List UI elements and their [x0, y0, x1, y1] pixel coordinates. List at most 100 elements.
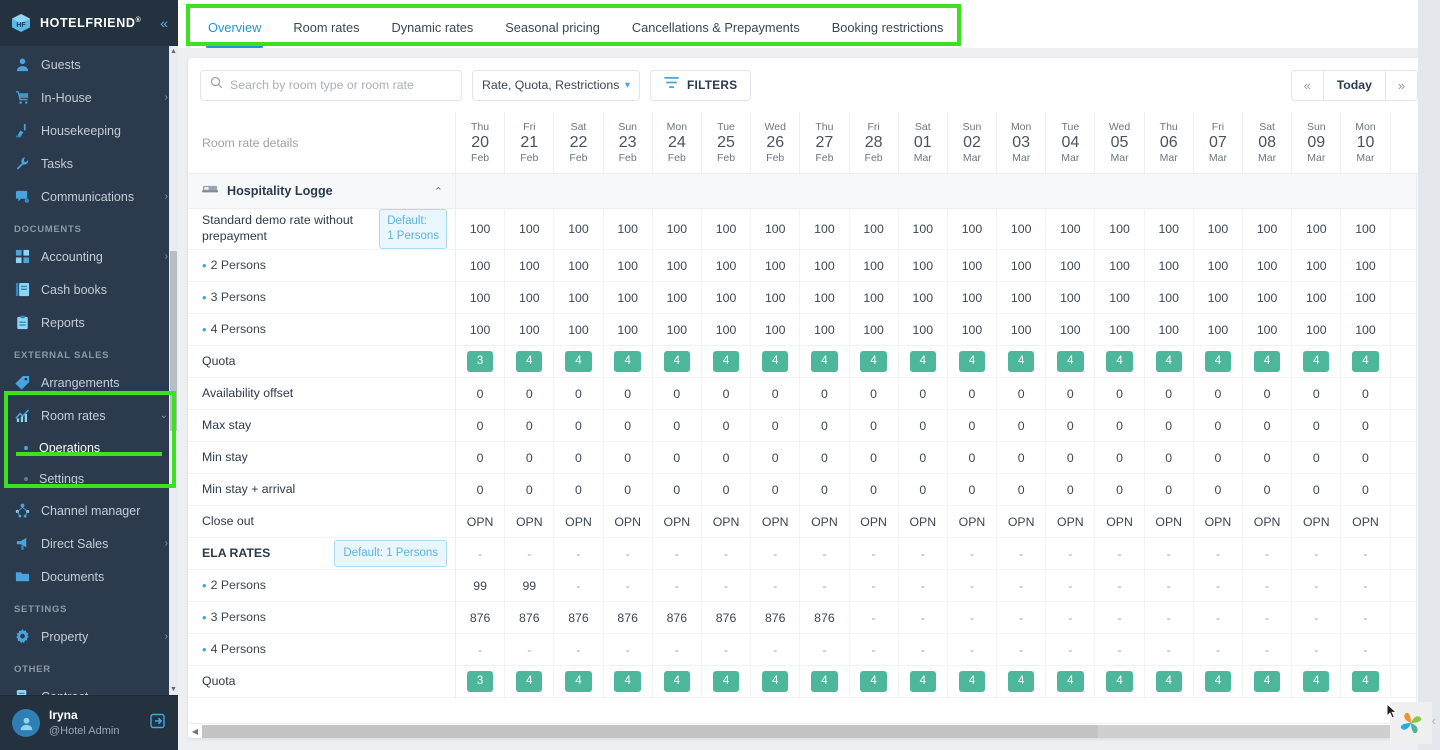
- quota-pill[interactable]: 4: [811, 351, 838, 372]
- grid-cell[interactable]: 4: [850, 666, 899, 697]
- grid-cell[interactable]: 100: [554, 209, 604, 249]
- grid-cell[interactable]: 4: [1243, 666, 1293, 697]
- grid-cell[interactable]: -: [1292, 570, 1342, 601]
- sidebar-item-arrangements[interactable]: Arrangements: [0, 366, 178, 399]
- grid-cell[interactable]: 100: [1095, 314, 1145, 345]
- grid-cell[interactable]: 100: [1145, 314, 1194, 345]
- horizontal-scroll-track[interactable]: [202, 724, 1430, 738]
- grid-cell[interactable]: 100: [1046, 250, 1096, 281]
- grid-cell[interactable]: 0: [456, 442, 506, 473]
- grid-cell[interactable]: OPN: [948, 506, 998, 537]
- grid-cell[interactable]: -: [1243, 602, 1293, 633]
- grid-cell[interactable]: 100: [554, 314, 604, 345]
- grid-cell[interactable]: OPN: [1292, 506, 1342, 537]
- grid-cell[interactable]: 0: [948, 378, 998, 409]
- today-button[interactable]: Today: [1322, 70, 1386, 100]
- grid-cell[interactable]: 100: [1292, 314, 1342, 345]
- grid-cell[interactable]: -: [653, 570, 702, 601]
- grid-cell[interactable]: -: [1292, 602, 1342, 633]
- grid-cell[interactable]: 4: [899, 666, 948, 697]
- quota-pill[interactable]: 3: [466, 671, 494, 692]
- grid-horizontal-scrollbar[interactable]: ◀: [188, 723, 1430, 738]
- grid-cell[interactable]: 4: [702, 346, 752, 377]
- quota-pill[interactable]: 4: [1057, 671, 1084, 692]
- grid-cell[interactable]: OPN: [751, 506, 801, 537]
- grid-cell[interactable]: 100: [702, 282, 752, 313]
- grid-cell[interactable]: 100: [702, 209, 752, 249]
- grid-cell[interactable]: 100: [1046, 282, 1096, 313]
- grid-cell[interactable]: 0: [899, 378, 948, 409]
- grid-cell[interactable]: 100: [997, 282, 1047, 313]
- grid-cell[interactable]: -: [1046, 634, 1096, 665]
- quota-pill[interactable]: 4: [712, 351, 740, 372]
- grid-cell[interactable]: -: [948, 634, 998, 665]
- grid-cell[interactable]: 100: [1046, 314, 1096, 345]
- grid-cell[interactable]: 100: [554, 250, 604, 281]
- sidebar-logo[interactable]: HF HOTELFRIEND® «: [0, 0, 178, 46]
- sidebar-subitem-operations[interactable]: Operations: [0, 432, 178, 463]
- grid-cell[interactable]: 0: [751, 410, 801, 441]
- grid-cell[interactable]: 4: [751, 666, 801, 697]
- grid-cell[interactable]: -: [751, 634, 801, 665]
- grid-cell[interactable]: -: [850, 538, 899, 569]
- search-box[interactable]: [200, 69, 462, 101]
- grid-cell[interactable]: -: [800, 570, 850, 601]
- grid-cell[interactable]: OPN: [800, 506, 850, 537]
- date-column-header[interactable]: Sat 22 Feb: [554, 112, 604, 173]
- grid-cell[interactable]: 0: [1046, 442, 1096, 473]
- grid-cell[interactable]: 100: [456, 314, 506, 345]
- grid-cell[interactable]: 0: [456, 378, 506, 409]
- grid-cell[interactable]: OPN: [1145, 506, 1194, 537]
- quota-pill[interactable]: 4: [1204, 671, 1232, 692]
- quota-pill[interactable]: 4: [712, 671, 740, 692]
- grid-cell[interactable]: 100: [751, 209, 801, 249]
- grid-cell[interactable]: -: [1243, 538, 1293, 569]
- grid-cell[interactable]: 100: [1292, 250, 1342, 281]
- quota-pill[interactable]: 4: [958, 671, 986, 692]
- grid-cell[interactable]: 4: [505, 666, 555, 697]
- sidebar-item-accounting[interactable]: Accounting ›: [0, 240, 178, 273]
- grid-cell[interactable]: 0: [1243, 410, 1293, 441]
- grid-cell[interactable]: 4: [1292, 346, 1342, 377]
- rate-type-select[interactable]: Rate, Quota, Restrictions ▾: [472, 69, 640, 101]
- grid-cell[interactable]: -: [948, 538, 998, 569]
- grid-cell[interactable]: 100: [653, 314, 702, 345]
- sidebar-user-profile[interactable]: Iryna @Hotel Admin: [0, 695, 178, 750]
- grid-cell[interactable]: 0: [1046, 474, 1096, 505]
- sidebar-scroll-down-icon[interactable]: ▼: [169, 684, 178, 695]
- grid-cell[interactable]: -: [1046, 538, 1096, 569]
- grid-cell[interactable]: 4: [1194, 666, 1243, 697]
- sidebar-item-property[interactable]: Property ›: [0, 620, 178, 653]
- grid-cell[interactable]: 0: [997, 410, 1047, 441]
- quota-pill[interactable]: 4: [1303, 671, 1330, 692]
- grid-cell[interactable]: 100: [1243, 250, 1293, 281]
- search-input[interactable]: [230, 78, 452, 92]
- grid-cell[interactable]: 0: [1046, 410, 1096, 441]
- grid-cell[interactable]: -: [1341, 602, 1391, 633]
- date-column-header[interactable]: Sun 02 Mar: [948, 112, 998, 173]
- date-column-header[interactable]: Sat 01 Mar: [899, 112, 948, 173]
- sidebar-item-communications[interactable]: Communications ›: [0, 180, 178, 213]
- grid-cell[interactable]: 100: [850, 282, 899, 313]
- grid-cell[interactable]: 99: [456, 570, 506, 601]
- grid-cell[interactable]: 0: [505, 442, 555, 473]
- grid-cell[interactable]: 4: [505, 346, 555, 377]
- grid-cell[interactable]: -: [1095, 538, 1145, 569]
- grid-cell[interactable]: 0: [1341, 442, 1391, 473]
- tab-overview[interactable]: Overview: [192, 20, 277, 48]
- sidebar-item-documents[interactable]: Documents: [0, 560, 178, 593]
- grid-cell[interactable]: 0: [997, 442, 1047, 473]
- grid-cell[interactable]: -: [997, 634, 1047, 665]
- grid-cell[interactable]: -: [702, 538, 752, 569]
- grid-cell[interactable]: OPN: [604, 506, 653, 537]
- grid-cell[interactable]: 4: [1095, 346, 1145, 377]
- grid-cell[interactable]: 100: [1243, 282, 1293, 313]
- grid-cell[interactable]: 0: [604, 410, 653, 441]
- sidebar-item-housekeeping[interactable]: Housekeeping: [0, 114, 178, 147]
- grid-cell[interactable]: 4: [948, 346, 998, 377]
- grid-cell[interactable]: 4: [997, 666, 1047, 697]
- grid-cell[interactable]: -: [554, 538, 604, 569]
- grid-cell[interactable]: 4: [653, 666, 702, 697]
- chevron-up-icon[interactable]: ⌃: [434, 185, 443, 198]
- grid-cell[interactable]: 0: [948, 474, 998, 505]
